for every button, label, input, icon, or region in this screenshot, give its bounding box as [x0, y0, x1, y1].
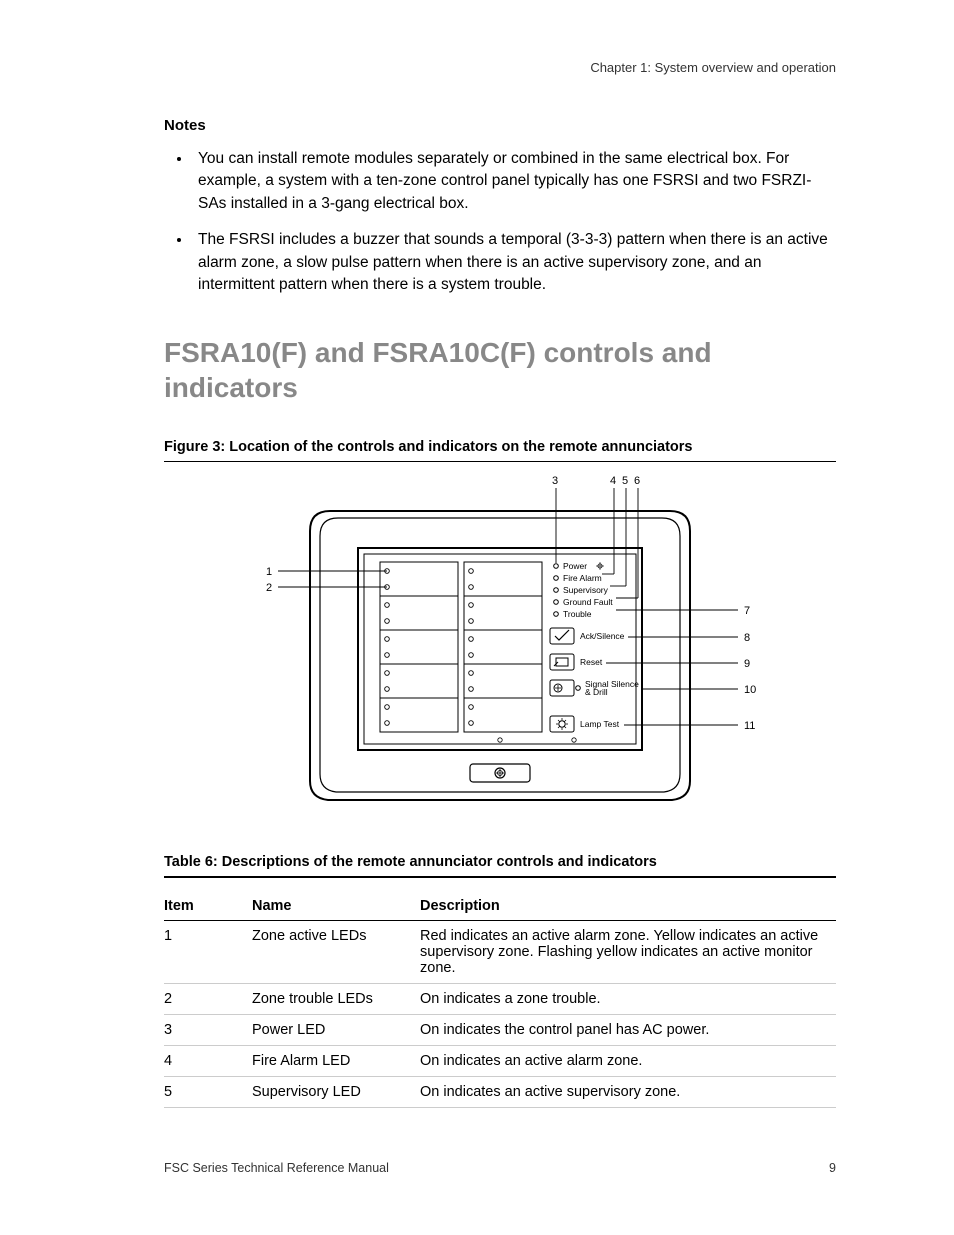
table-caption: Table 6: Descriptions of the remote annu… — [164, 854, 836, 870]
status-led-label: Fire Alarm — [563, 573, 602, 583]
callout-num: 11 — [744, 720, 755, 732]
figure-annunciator: Power Fire Alarm Supervisory Ground Faul… — [164, 476, 836, 816]
controls-table: Item Name Description 1 Zone active LEDs… — [164, 892, 836, 1108]
chapter-header: Chapter 1: System overview and operation — [164, 60, 836, 75]
th-name: Name — [252, 892, 420, 921]
callout-num: 1 — [266, 566, 272, 578]
th-item: Item — [164, 892, 252, 921]
table-row: 5 Supervisory LED On indicates an active… — [164, 1076, 836, 1107]
callout-num: 7 — [744, 605, 750, 617]
callout-num: 4 — [610, 476, 616, 487]
table-row: 1 Zone active LEDs Red indicates an acti… — [164, 920, 836, 983]
button-label-line2: & Drill — [585, 687, 608, 697]
callout-num: 2 — [266, 582, 272, 594]
figure-caption: Figure 3: Location of the controls and i… — [164, 439, 836, 455]
annunciator-diagram: Power Fire Alarm Supervisory Ground Faul… — [240, 476, 760, 816]
callout-num: 5 — [622, 476, 628, 487]
notes-list: You can install remote modules separatel… — [164, 148, 836, 297]
table-row: 2 Zone trouble LEDs On indicates a zone … — [164, 983, 836, 1014]
table-row: 3 Power LED On indicates the control pan… — [164, 1014, 836, 1045]
callout-num: 10 — [744, 684, 756, 696]
note-item: The FSRSI includes a buzzer that sounds … — [192, 229, 836, 296]
footer-left: FSC Series Technical Reference Manual — [164, 1161, 389, 1175]
footer-page-number: 9 — [829, 1161, 836, 1175]
section-title: FSRA10(F) and FSRA10C(F) controls and in… — [164, 335, 836, 405]
th-desc: Description — [420, 892, 836, 921]
status-led-label: Ground Fault — [563, 597, 613, 607]
note-item: You can install remote modules separatel… — [192, 148, 836, 215]
callout-num: 9 — [744, 658, 750, 670]
status-led-label: Trouble — [563, 609, 592, 619]
status-led-label: Supervisory — [563, 585, 609, 595]
button-label: Lamp Test — [580, 719, 620, 729]
table-row: 4 Fire Alarm LED On indicates an active … — [164, 1045, 836, 1076]
notes-heading: Notes — [164, 117, 836, 134]
callout-num: 6 — [634, 476, 640, 487]
callout-num: 8 — [744, 632, 750, 644]
callout-num: 3 — [552, 476, 558, 487]
button-label: Ack/Silence — [580, 631, 625, 641]
status-led-label: Power — [563, 561, 587, 571]
button-label: Reset — [580, 657, 603, 667]
